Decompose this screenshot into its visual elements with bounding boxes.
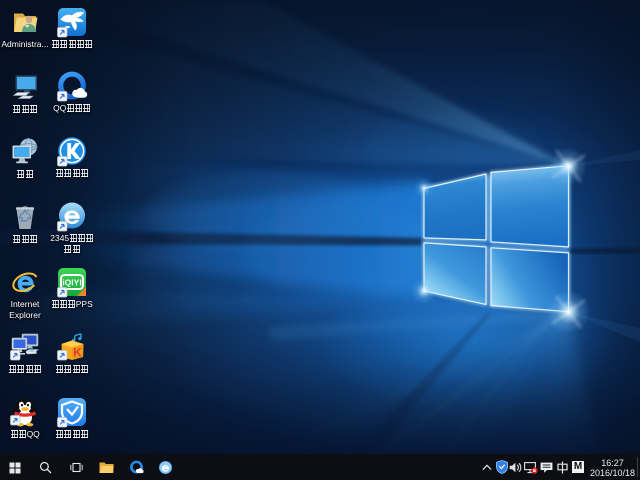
svg-text:K: K xyxy=(73,346,82,360)
svg-text:iQIYI: iQIYI xyxy=(62,278,81,288)
